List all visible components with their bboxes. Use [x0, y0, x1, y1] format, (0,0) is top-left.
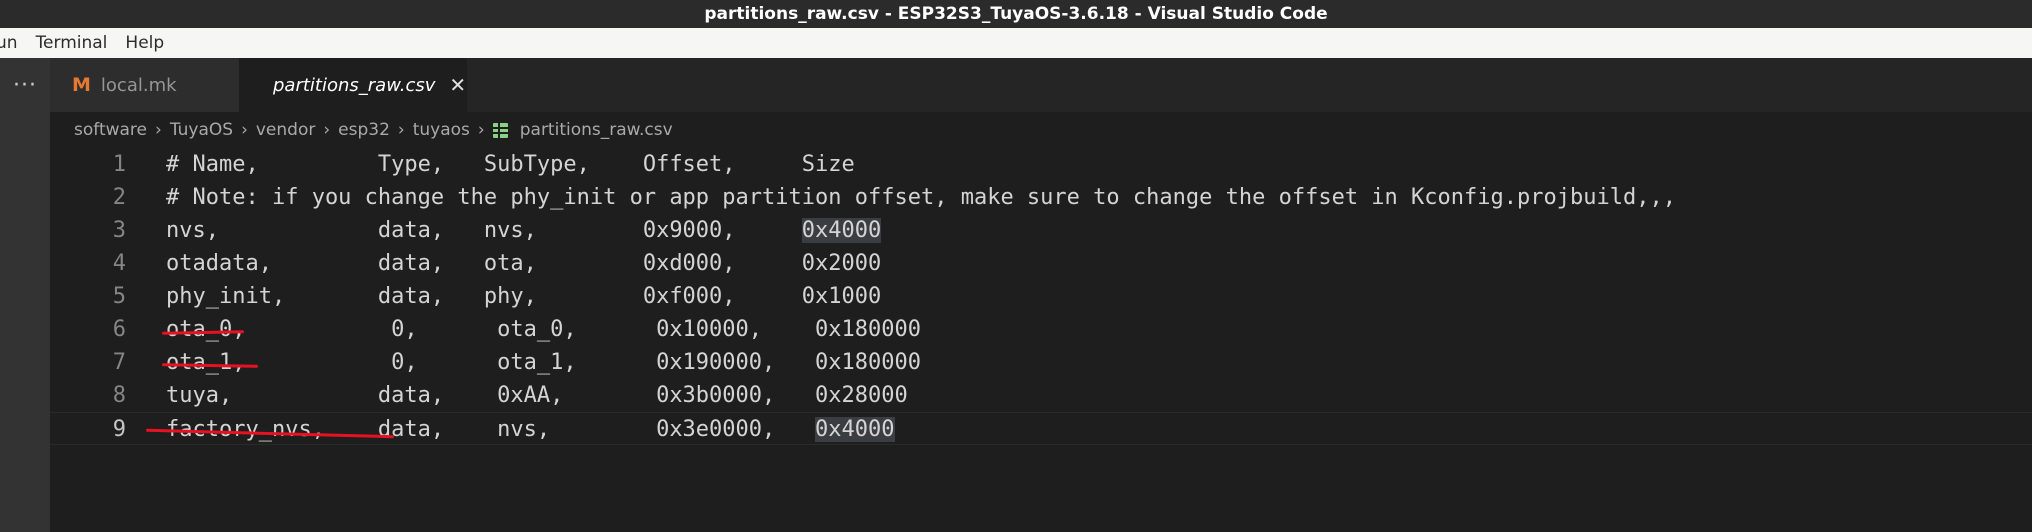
code-line[interactable]: 3 nvs, data, nvs, 0x9000, 0x4000	[50, 214, 2032, 247]
menu-item-run[interactable]: un	[0, 33, 18, 53]
editor-tab-bar: ··· M local.mk partitions_raw.csv ✕	[0, 58, 2032, 112]
line-number: 8	[112, 383, 126, 408]
tab-local-mk[interactable]: M local.mk	[50, 58, 239, 112]
chevron-right-icon: ›	[323, 120, 331, 140]
code-segment: nvs, data, nvs, 0x9000,	[166, 218, 802, 243]
code-text: ota_1, 0, ota_1, 0x190000, 0x180000	[166, 346, 921, 379]
code-text: phy_init, data, phy, 0xf000, 0x1000	[166, 280, 881, 313]
close-icon[interactable]: ✕	[449, 73, 466, 97]
code-line[interactable]: 5 phy_init, data, phy, 0xf000, 0x1000	[50, 280, 2032, 313]
chevron-right-icon: ›	[155, 120, 162, 140]
line-number: 5	[112, 284, 126, 309]
highlighted-match: 0x4000	[801, 218, 882, 243]
code-line[interactable]: 9 factory_nvs, data, nvs, 0x3e0000, 0x400…	[50, 412, 2032, 445]
highlighted-match: 0x4000	[815, 417, 895, 442]
chevron-right-icon: ›	[397, 120, 405, 140]
code-line[interactable]: 8 tuya, data, 0xAA, 0x3b0000, 0x28000	[50, 379, 2032, 412]
makefile-m-icon: M	[72, 74, 91, 96]
line-number: 3	[112, 218, 126, 243]
code-segment: otadata, data, ota, 0xd000, 0x2000	[166, 251, 882, 276]
code-line[interactable]: 2 # Note: if you change the phy_init or a…	[50, 181, 2032, 214]
chevron-right-icon: ›	[241, 120, 248, 140]
code-text: otadata, data, ota, 0xd000, 0x2000	[166, 247, 881, 280]
code-text: ota_0, 0, ota_0, 0x10000, 0x180000	[166, 313, 921, 346]
code-editor[interactable]: 1 # Name, Type, SubType, Offset, Size 2 # N…	[50, 148, 2032, 532]
code-segment: ota_1, 0, ota_1, 0x190000, 0x180000	[166, 350, 921, 375]
code-text: nvs, data, nvs, 0x9000, 0x4000	[166, 214, 882, 247]
breadcrumb-item-tuyaos[interactable]: TuyaOS	[170, 120, 233, 140]
code-line[interactable]: 7 ota_1, 0, ota_1, 0x190000, 0x180000	[50, 346, 2032, 379]
breadcrumb: software › TuyaOS › vendor › esp32 › tuy…	[74, 112, 673, 148]
code-line[interactable]: 1 # Name, Type, SubType, Offset, Size	[50, 148, 2032, 181]
csv-table-icon	[492, 122, 508, 138]
code-text: # Name, Type, SubType, Offset, Size	[166, 148, 855, 181]
line-number: 7	[112, 350, 126, 375]
menu-item-terminal[interactable]: Terminal	[36, 33, 108, 53]
breadcrumb-item-esp32[interactable]: esp32	[338, 120, 390, 140]
activity-bar	[0, 112, 50, 532]
breadcrumb-item-software[interactable]: software	[74, 120, 147, 140]
code-line[interactable]: 6 ota_0, 0, ota_0, 0x10000, 0x180000	[50, 313, 2032, 346]
line-number: 9	[112, 417, 126, 442]
code-segment: ota_0, 0, ota_0, 0x10000, 0x180000	[166, 317, 921, 342]
code-segment: # Name, Type, SubType, Offset, Size	[166, 152, 855, 177]
tab-label: partitions_raw.csv	[273, 74, 436, 96]
code-segment: factory_nvs, data, nvs, 0x3e0000,	[166, 417, 816, 442]
code-segment: # Note: if you change the phy_init or ap…	[166, 185, 1676, 210]
menu-item-help[interactable]: Help	[125, 33, 164, 53]
code-text: tuya, data, 0xAA, 0x3b0000, 0x28000	[166, 379, 908, 412]
code-segment: tuya, data, 0xAA, 0x3b0000, 0x28000	[166, 383, 908, 408]
code-text: # Note: if you change the phy_init or ap…	[166, 181, 1676, 214]
window-title-bar: partitions_raw.csv - ESP32S3_TuyaOS-3.6.…	[0, 0, 2032, 28]
code-text: factory_nvs, data, nvs, 0x3e0000, 0x4000	[166, 413, 895, 446]
menu-bar: un Terminal Help	[0, 28, 2032, 58]
code-line[interactable]: 4 otadata, data, ota, 0xd000, 0x2000	[50, 247, 2032, 280]
more-actions-icon[interactable]: ···	[0, 58, 50, 112]
code-segment: phy_init, data, phy, 0xf000, 0x1000	[166, 284, 882, 309]
line-number: 6	[112, 317, 126, 342]
line-number: 2	[112, 185, 126, 210]
breadcrumb-item-file[interactable]: partitions_raw.csv	[520, 120, 673, 140]
tab-partitions-raw-csv[interactable]: partitions_raw.csv ✕	[239, 58, 467, 112]
breadcrumb-item-vendor[interactable]: vendor	[256, 120, 315, 140]
breadcrumb-item-tuyaos-folder[interactable]: tuyaos	[413, 120, 470, 140]
tab-label: local.mk	[100, 74, 177, 96]
line-number: 1	[112, 152, 126, 177]
chevron-right-icon: ›	[477, 120, 485, 140]
window-title: partitions_raw.csv - ESP32S3_TuyaOS-3.6.…	[704, 4, 1328, 24]
line-number: 4	[112, 251, 126, 276]
